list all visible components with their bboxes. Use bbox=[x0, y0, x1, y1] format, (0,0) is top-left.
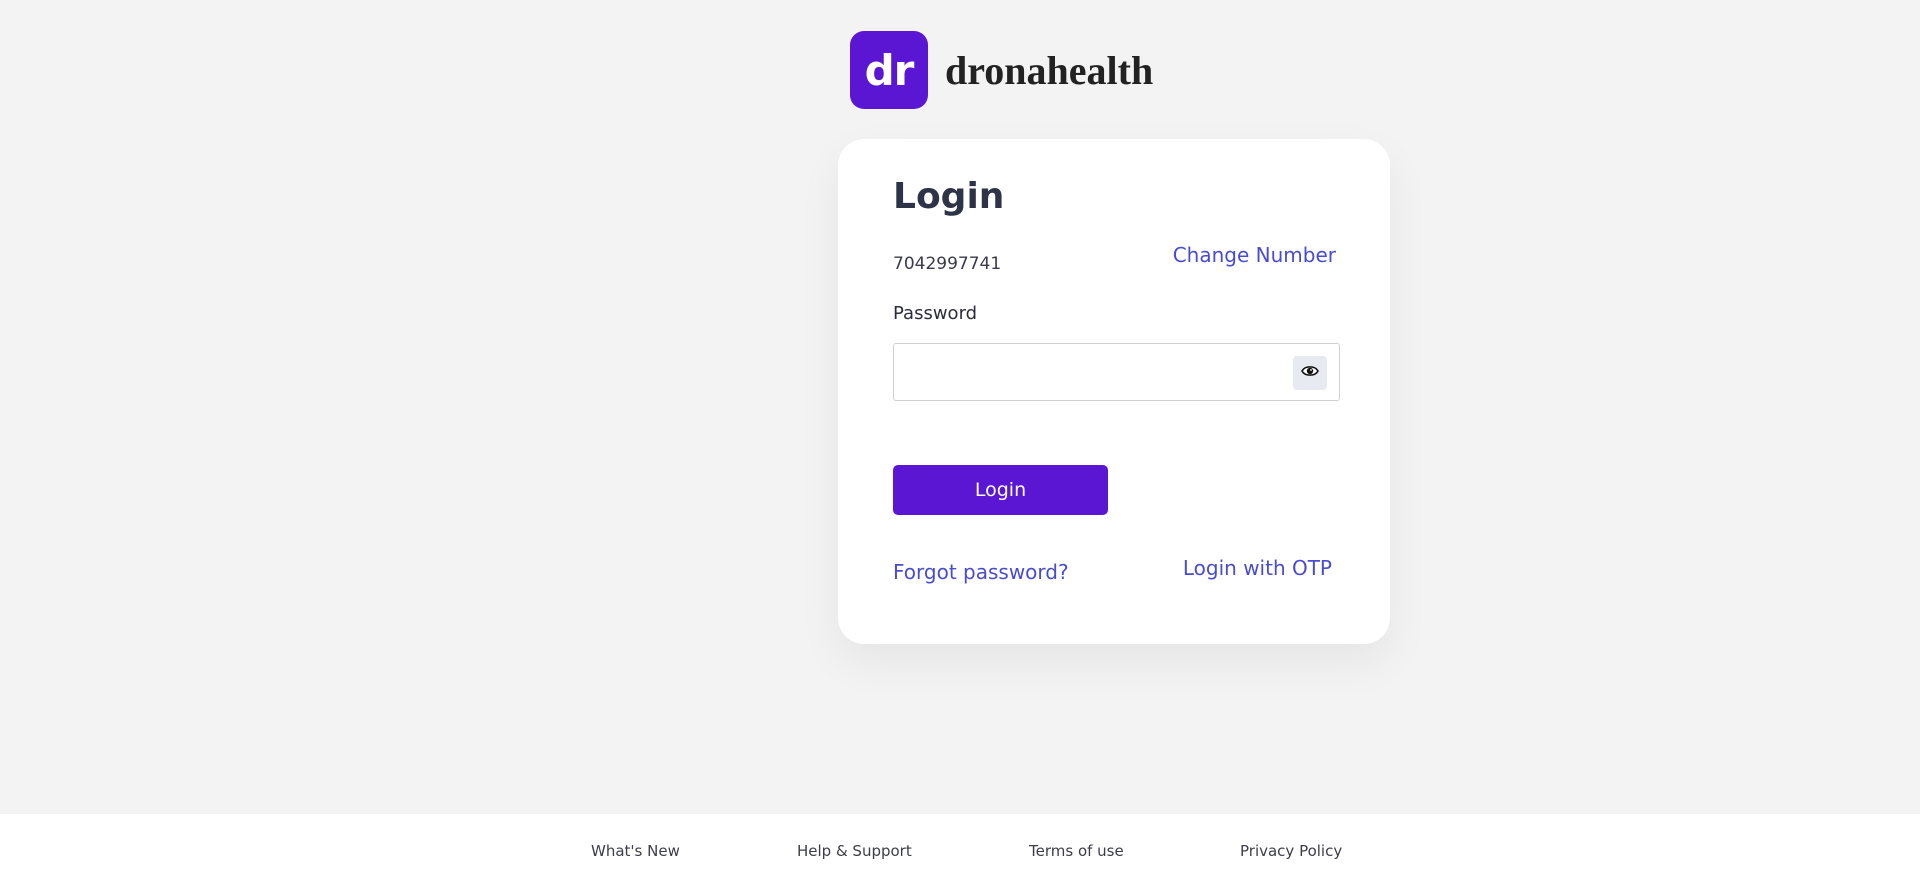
brand-logo: dr bbox=[850, 31, 928, 109]
brand-name: dronahealth bbox=[945, 47, 1154, 93]
change-number-link[interactable]: Change Number bbox=[1173, 243, 1336, 267]
brand-header: dr dronahealth bbox=[850, 31, 1153, 109]
login-card: Login 7042997741 Change Number Password … bbox=[838, 139, 1390, 644]
footer-link-whats-new[interactable]: What's New bbox=[591, 842, 680, 860]
page-title: Login bbox=[893, 176, 1005, 217]
forgot-password-link[interactable]: Forgot password? bbox=[893, 560, 1069, 584]
eye-icon bbox=[1301, 364, 1319, 382]
password-input[interactable] bbox=[894, 344, 1302, 400]
footer-link-privacy-policy[interactable]: Privacy Policy bbox=[1240, 842, 1342, 860]
footer-link-help-support[interactable]: Help & Support bbox=[797, 842, 912, 860]
password-label: Password bbox=[893, 303, 978, 324]
login-with-otp-link[interactable]: Login with OTP bbox=[1183, 556, 1332, 580]
toggle-password-visibility-button[interactable] bbox=[1293, 356, 1327, 390]
footer-link-terms-of-use[interactable]: Terms of use bbox=[1029, 842, 1124, 860]
login-button[interactable]: Login bbox=[893, 465, 1108, 515]
phone-number: 7042997741 bbox=[893, 254, 1002, 274]
footer: What's New Help & Support Terms of use P… bbox=[0, 814, 1920, 888]
password-field bbox=[893, 343, 1340, 401]
login-page: dr dronahealth Login 7042997741 Change N… bbox=[0, 0, 1920, 888]
